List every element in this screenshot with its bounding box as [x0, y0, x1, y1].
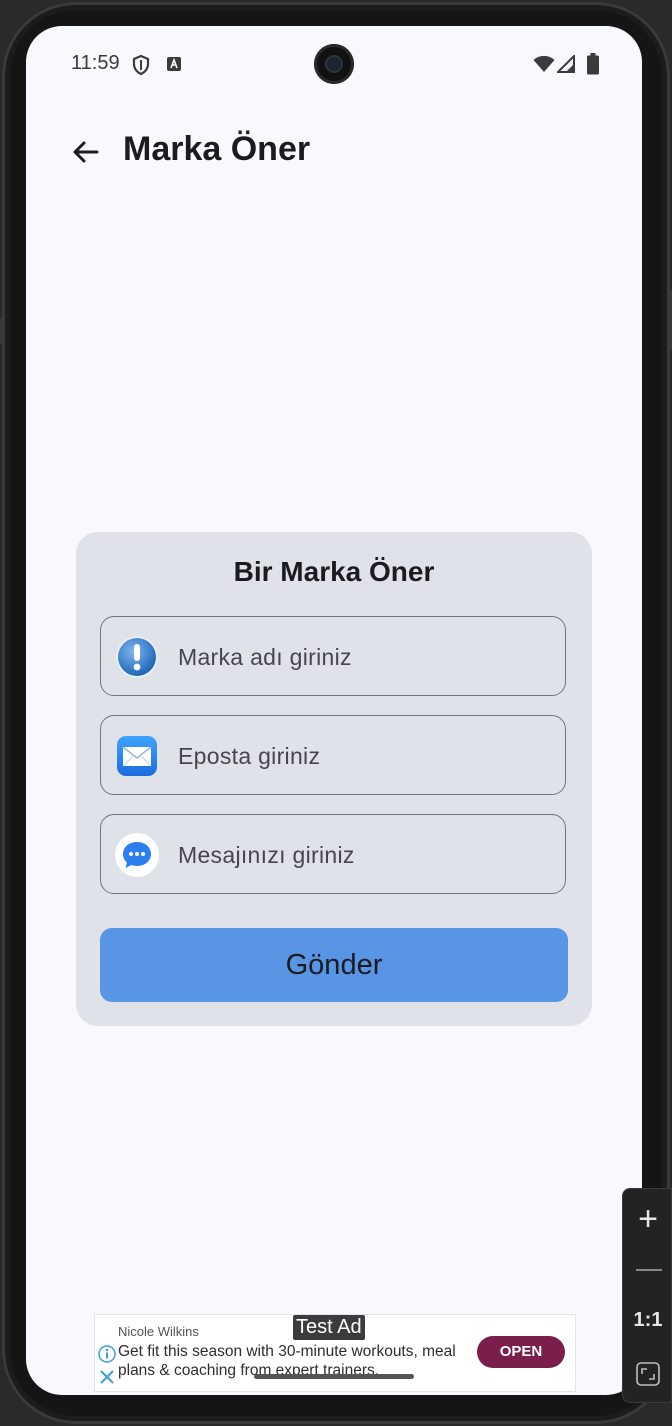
zoom-reset-button[interactable]: 1:1: [623, 1309, 672, 1332]
ad-close-icon[interactable]: [99, 1369, 115, 1390]
ad-open-button[interactable]: OPEN: [477, 1336, 565, 1368]
ad-advertiser: Nicole Wilkins: [118, 1324, 199, 1339]
brand-name-field[interactable]: Marka adı giriniz: [100, 616, 566, 696]
emulator-zoom-controls: + 1:1: [622, 1188, 672, 1403]
home-indicator[interactable]: [254, 1374, 414, 1379]
status-bar: 11:59: [26, 26, 642, 102]
test-ad-badge: Test Ad: [293, 1315, 365, 1340]
ad-banner[interactable]: Nicole Wilkins Test Ad Get fit this seas…: [94, 1314, 576, 1392]
front-camera: [314, 44, 354, 84]
card-title: Bir Marka Öner: [233, 556, 435, 587]
text-a-icon: [166, 56, 182, 77]
back-arrow-icon[interactable]: [70, 136, 102, 168]
suggest-brand-card: Bir Marka Öner Marka adı giriniz Eposta …: [76, 532, 592, 1026]
app-bar: Marka Öner: [26, 116, 642, 186]
email-field[interactable]: Eposta giriniz: [100, 715, 566, 795]
message-placeholder: Mesajınızı giriniz: [178, 842, 355, 868]
zoom-in-button[interactable]: +: [623, 1199, 672, 1239]
email-placeholder: Eposta giriniz: [178, 743, 321, 769]
power-button: [667, 290, 672, 350]
ad-info-icon[interactable]: [98, 1345, 116, 1368]
phone-screen: 11:59 Marka Öner Bir Marka Öner Marka ad…: [26, 26, 642, 1395]
chat-bubble-icon: [115, 833, 159, 877]
cellular-signal-icon: [555, 53, 575, 78]
info-icon: [115, 635, 159, 679]
fit-screen-icon: [635, 1362, 661, 1391]
mail-icon: [115, 734, 159, 778]
status-time: 11:59: [71, 52, 120, 74]
brand-name-placeholder: Marka adı giriniz: [178, 644, 352, 670]
battery-icon: [587, 53, 599, 80]
wifi-icon: [533, 55, 555, 78]
message-field[interactable]: Mesajınızı giriniz: [100, 814, 566, 894]
shield-icon: [132, 54, 150, 81]
submit-button[interactable]: Gönder: [100, 928, 568, 1002]
page-title: Marka Öner: [123, 130, 311, 168]
zoom-out-button[interactable]: [623, 1251, 672, 1291]
fit-screen-button[interactable]: [623, 1361, 672, 1392]
side-button: [0, 318, 5, 344]
